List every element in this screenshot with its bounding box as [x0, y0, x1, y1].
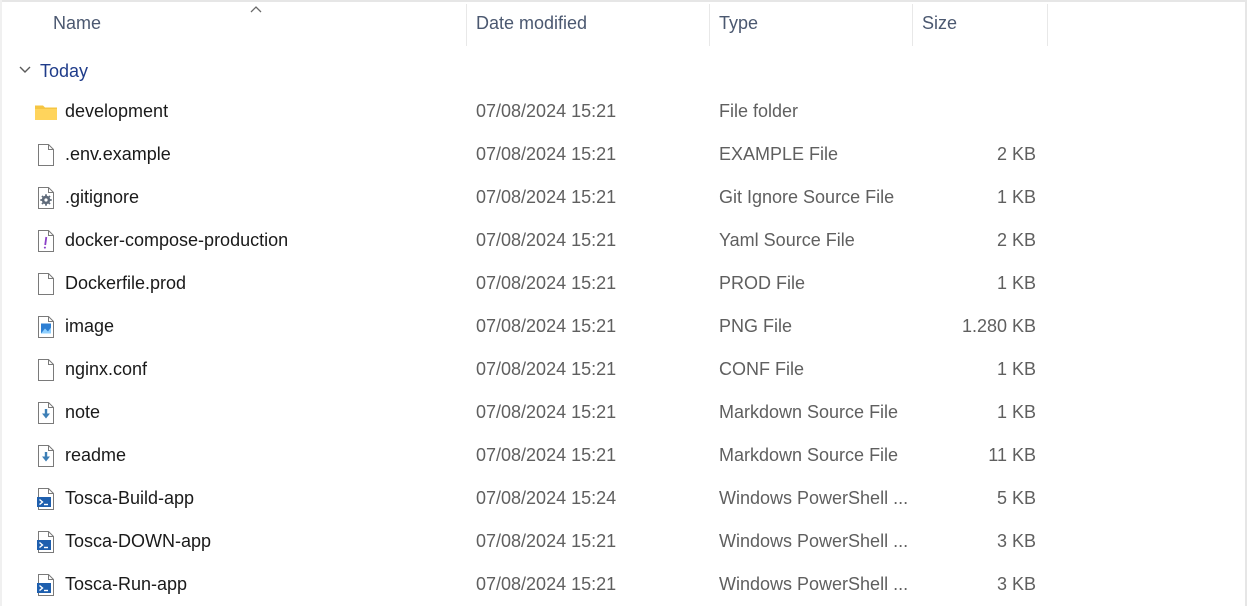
file-date-modified: 07/08/2024 15:24	[476, 488, 617, 508]
column-header-size[interactable]: Size	[922, 2, 1047, 44]
column-header-row: Name Date modified Type Size	[0, 2, 1247, 46]
settings-file-icon	[34, 186, 58, 210]
file-row[interactable]: Tosca-DOWN-app 07/08/2024 15:21 Windows Po…	[0, 520, 1247, 563]
file-type: PNG File	[719, 316, 793, 336]
file-type: EXAMPLE File	[719, 144, 839, 164]
file-icon	[34, 143, 58, 167]
file-name: Tosca-Build-app	[65, 488, 195, 508]
file-size: 1 KB	[996, 359, 1036, 379]
column-header-type[interactable]: Type	[719, 2, 912, 44]
file-date-modified: 07/08/2024 15:21	[476, 144, 617, 164]
file-size: 5 KB	[996, 488, 1036, 508]
file-name: image	[65, 316, 115, 336]
column-divider[interactable]	[466, 4, 467, 46]
file-date-modified: 07/08/2024 15:21	[476, 273, 617, 293]
markdown-file-icon	[34, 401, 58, 425]
file-size	[922, 90, 1036, 133]
file-size: 1 KB	[996, 273, 1036, 293]
file-type: Windows PowerShell ...	[719, 531, 909, 551]
file-date-modified: 07/08/2024 15:21	[476, 445, 617, 465]
column-divider[interactable]	[1047, 4, 1048, 46]
file-row[interactable]: note 07/08/2024 15:21 Markdown Source File…	[0, 391, 1247, 434]
file-size: 1.280 KB	[961, 316, 1036, 336]
file-name: readme	[65, 445, 127, 465]
file-type: Windows PowerShell ...	[719, 488, 909, 508]
file-row[interactable]: .env.example 07/08/2024 15:21 EXAMPLE File…	[0, 133, 1247, 176]
file-name: nginx.conf	[65, 359, 148, 379]
image-file-icon	[34, 315, 58, 339]
file-size: 1 KB	[996, 402, 1036, 422]
file-icon	[34, 272, 58, 296]
file-name: development	[65, 101, 169, 121]
file-name: docker-compose-production	[65, 230, 289, 250]
file-type: File folder	[719, 101, 799, 121]
powershell-file-icon	[34, 573, 58, 597]
file-date-modified: 07/08/2024 15:21	[476, 359, 617, 379]
yaml-file-icon	[34, 229, 58, 253]
folder-icon	[34, 100, 58, 124]
file-type: Markdown Source File	[719, 402, 899, 422]
file-row[interactable]: docker-compose-production 07/08/2024 15:2…	[0, 219, 1247, 262]
file-name: .gitignore	[65, 187, 140, 207]
file-date-modified: 07/08/2024 15:21	[476, 316, 617, 336]
file-name: Tosca-DOWN-app	[65, 531, 212, 551]
file-type: Windows PowerShell ...	[719, 574, 909, 594]
file-type: Git Ignore Source File	[719, 187, 895, 207]
file-date-modified: 07/08/2024 15:21	[476, 101, 617, 121]
chevron-down-icon[interactable]	[18, 64, 32, 74]
file-size: 2 KB	[996, 144, 1036, 164]
file-row[interactable]: readme 07/08/2024 15:21 Markdown Source Fi…	[0, 434, 1247, 477]
column-divider[interactable]	[709, 4, 710, 46]
file-row[interactable]: image 07/08/2024 15:21 PNG File 1.280 KB	[0, 305, 1247, 348]
file-row[interactable]: nginx.conf 07/08/2024 15:21 CONF File 1 KB	[0, 348, 1247, 391]
file-row[interactable]: .gitignore 07/08/2024 15:21 Git Ignore Sou…	[0, 176, 1247, 219]
markdown-file-icon	[34, 444, 58, 468]
powershell-file-icon	[34, 530, 58, 554]
file-size: 3 KB	[996, 531, 1036, 551]
file-date-modified: 07/08/2024 15:21	[476, 230, 617, 250]
file-date-modified: 07/08/2024 15:21	[476, 574, 617, 594]
file-date-modified: 07/08/2024 15:21	[476, 531, 617, 551]
file-type: Yaml Source File	[719, 230, 855, 250]
column-header-date-modified[interactable]: Date modified	[476, 2, 710, 44]
file-name: Tosca-Run-app	[65, 574, 188, 594]
file-name: Dockerfile.prod	[65, 273, 187, 293]
group-label: Today	[40, 61, 89, 81]
powershell-file-icon	[34, 487, 58, 511]
file-row[interactable]: Dockerfile.prod 07/08/2024 15:21 PROD File…	[0, 262, 1247, 305]
group-header-today[interactable]: Today	[0, 52, 1247, 90]
file-row[interactable]: Tosca-Build-app 07/08/2024 15:24 Windows P…	[0, 477, 1247, 520]
file-date-modified: 07/08/2024 15:21	[476, 187, 617, 207]
file-name: note	[65, 402, 101, 422]
file-icon	[34, 358, 58, 382]
file-type: Markdown Source File	[719, 445, 899, 465]
file-date-modified: 07/08/2024 15:21	[476, 402, 617, 422]
column-header-name[interactable]: Name	[53, 2, 465, 44]
file-type: PROD File	[719, 273, 806, 293]
file-type: CONF File	[719, 359, 804, 379]
column-divider[interactable]	[912, 4, 913, 46]
file-row[interactable]: development 07/08/2024 15:21 File folder	[0, 90, 1247, 133]
file-row[interactable]: Tosca-Run-app 07/08/2024 15:21 Windows Pow…	[0, 563, 1247, 606]
file-size: 3 KB	[996, 574, 1036, 594]
file-size: 11 KB	[988, 445, 1036, 465]
file-size: 2 KB	[996, 230, 1036, 250]
file-name: .env.example	[65, 144, 171, 164]
file-size: 1 KB	[996, 187, 1036, 207]
